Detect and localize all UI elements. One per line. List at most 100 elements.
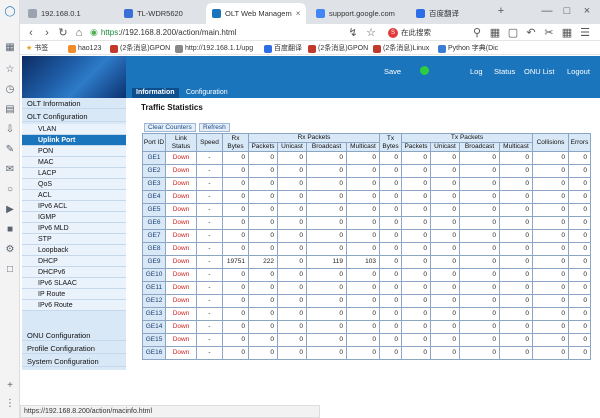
counter-cell: 0 (277, 255, 307, 269)
bookmark-icon (438, 44, 446, 53)
logout-link[interactable]: Logout (567, 67, 590, 76)
tab-information[interactable]: Information (132, 88, 179, 98)
menu-item-ipv6-route[interactable]: IPv6 Route (22, 300, 126, 311)
counter-cell: 0 (430, 268, 460, 282)
link-status-cell: Down (165, 333, 197, 347)
link-status-cell: Down (165, 281, 197, 295)
menu-system-configuration[interactable]: System Configuration (22, 356, 126, 367)
menu-item-dhcpv6[interactable]: DHCPv6 (22, 267, 126, 278)
menu-olt-configuration[interactable]: OLT Configuration (22, 111, 126, 122)
counter-cell: 0 (346, 190, 380, 204)
settings-icon[interactable]: ⋮ (4, 398, 16, 410)
menu-item-ipv6-slaac[interactable]: IPv6 SLAAC (22, 278, 126, 289)
office-icon[interactable]: □ (4, 264, 16, 276)
favorites-star-icon[interactable]: ☆ (4, 64, 16, 76)
home-icon[interactable]: ⌂ (72, 26, 86, 40)
reading-icon[interactable]: ▤ (4, 104, 16, 116)
close-window-icon[interactable]: × (580, 4, 594, 18)
address-bar[interactable]: ◉ https://192.168.8.200/action/main.html (90, 25, 340, 40)
tab-1[interactable]: 192.168.0.1 (22, 3, 116, 24)
menu-item-lacp[interactable]: LACP (22, 168, 126, 179)
link-status-cell: Down (165, 307, 197, 321)
download-icon[interactable]: ⇩ (4, 124, 16, 136)
menu-item-vlan[interactable]: VLAN (22, 124, 126, 135)
menu-item-acl[interactable]: ACL (22, 190, 126, 201)
undo-icon[interactable]: ↶ (524, 26, 538, 40)
bookmark-gpon-1[interactable]: (2条消息)GPON (110, 43, 170, 54)
counter-cell: 0 (379, 320, 402, 334)
tools-icon[interactable]: ⚙ (4, 244, 16, 256)
add-icon[interactable]: + (4, 380, 16, 392)
menu-item-ipv6-acl[interactable]: IPv6 ACL (22, 201, 126, 212)
menu-icon[interactable]: ☰ (578, 26, 592, 40)
onu-list-link[interactable]: ONU List (524, 67, 554, 76)
menu-onu-configuration[interactable]: ONU Configuration (22, 330, 126, 341)
counter-cell: 0 (379, 268, 402, 282)
menu-item-ipv6-mld[interactable]: IPv6 MLD (22, 223, 126, 234)
bookmark-python[interactable]: Python 字典(Dic (438, 43, 498, 54)
col-rx-multicast: Multicast (346, 142, 380, 152)
apps-icon[interactable]: ▦ (4, 42, 16, 54)
browser-logo-icon[interactable]: ◯ (4, 6, 16, 18)
maximize-icon[interactable]: □ (560, 4, 574, 18)
tab-label: OLT Web Managem (225, 9, 292, 18)
menu-profile-configuration[interactable]: Profile Configuration (22, 343, 126, 354)
menu-item-pon[interactable]: PON (22, 146, 126, 157)
counter-cell: 0 (430, 294, 460, 308)
scissors-icon[interactable]: ✂ (542, 26, 556, 40)
refresh-button[interactable]: Refresh (199, 123, 230, 132)
page-title: Traffic Statistics (141, 103, 203, 112)
menu-item-uplink-port[interactable]: Uplink Port (22, 135, 126, 146)
bookmark-hao123[interactable]: hao123 (68, 43, 101, 54)
save-button[interactable]: Save (384, 67, 401, 76)
menu-item-igmp[interactable]: IGMP (22, 212, 126, 223)
history-icon[interactable]: ◷ (4, 84, 16, 96)
games-icon[interactable]: ■ (4, 224, 16, 236)
tab-3-active[interactable]: OLT Web Managem × (206, 3, 306, 24)
menu-item-mac[interactable]: MAC (22, 157, 126, 168)
table-row: GE2 Down -0 0 0 0 0 0 0 0 0 0 0 0 (142, 164, 591, 178)
mail-icon[interactable]: ✉ (4, 164, 16, 176)
bookmark-baidu-translate[interactable]: 百度翻译 (264, 43, 302, 54)
favorite-page-icon[interactable]: ☆ (364, 26, 378, 40)
log-link[interactable]: Log (470, 67, 483, 76)
tab-5[interactable]: 百度翻译 (410, 3, 490, 24)
lightning-icon[interactable]: ↯ (346, 26, 360, 40)
counter-cell: 0 (248, 307, 278, 321)
counter-cell: 0 (430, 151, 460, 165)
menu-item-ip-route[interactable]: IP Route (22, 289, 126, 300)
port-id-cell: GE15 (142, 333, 166, 347)
extensions-icon[interactable]: ▦ (560, 26, 574, 40)
menu-item-loopback[interactable]: Loopback (22, 245, 126, 256)
status-link[interactable]: Status (494, 67, 515, 76)
tab-2[interactable]: TL-WDR5620 (118, 3, 206, 24)
counter-cell: 0 (248, 177, 278, 191)
gamepad-icon[interactable]: ▦ (488, 26, 502, 40)
bookmark-linux[interactable]: (2条消息)Linux (373, 43, 429, 54)
menu-item-qos[interactable]: QoS (22, 179, 126, 190)
notes-icon[interactable]: ✎ (4, 144, 16, 156)
menu-item-dhcp[interactable]: DHCP (22, 256, 126, 267)
counter-cell: 0 (568, 216, 591, 230)
clear-counters-button[interactable]: Clear Counters (144, 123, 196, 132)
chat-icon[interactable]: ○ (4, 184, 16, 196)
close-tab-icon[interactable]: × (296, 9, 301, 18)
back-icon[interactable]: ‹ (24, 26, 38, 40)
bookmark-gpon-2[interactable]: (2条消息)GPON (308, 43, 368, 54)
translate-icon[interactable]: ▢ (506, 26, 520, 40)
reload-icon[interactable]: ↻ (56, 26, 70, 40)
search-icon[interactable]: ⚲ (470, 26, 484, 40)
tab-4[interactable]: support.google.com (310, 3, 410, 24)
video-icon[interactable]: ▶ (4, 204, 16, 216)
counter-cell: 0 (248, 333, 278, 347)
search-box[interactable]: S 在此搜索 (388, 26, 463, 39)
menu-olt-information[interactable]: OLT Information (22, 98, 126, 109)
tab-configuration[interactable]: Configuration (182, 88, 232, 98)
counter-cell: 0 (459, 177, 500, 191)
bookmark-upgrade[interactable]: http://192.168.1.1/upg (175, 43, 253, 54)
menu-item-stp[interactable]: STP (22, 234, 126, 245)
new-tab-icon[interactable]: + (494, 4, 508, 18)
minimize-icon[interactable]: — (540, 4, 554, 18)
forward-icon[interactable]: › (40, 26, 54, 40)
bookmark-folder[interactable]: ★ 书签 (26, 43, 48, 54)
